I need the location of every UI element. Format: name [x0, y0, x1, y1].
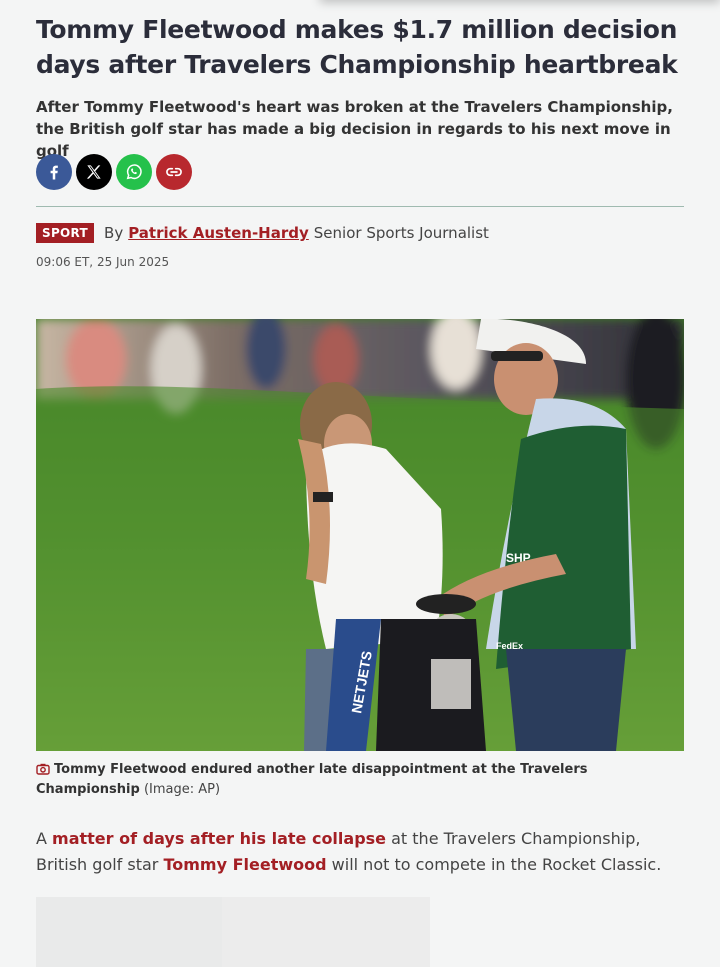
whatsapp-icon: [126, 164, 142, 180]
fleetwood-link[interactable]: Tommy Fleetwood: [163, 855, 326, 874]
article-standfirst: After Tommy Fleetwood's heart was broken…: [36, 98, 673, 160]
link-icon: [166, 167, 182, 177]
image-credit: (Image: AP): [143, 782, 221, 797]
ad-placeholder-inner: [222, 897, 430, 967]
image-caption: Tommy Fleetwood endured another late dis…: [36, 761, 596, 799]
x-icon: [86, 165, 101, 179]
share-whatsapp-button[interactable]: [116, 154, 152, 190]
author-role: Senior Sports Journalist: [313, 224, 489, 242]
facebook-icon: [50, 165, 58, 180]
article-headline: Tommy Fleetwood makes $1.7 million decis…: [36, 15, 678, 79]
byline: SPORT By Patrick Austen-Hardy Senior Spo…: [36, 223, 489, 243]
by-prefix: By: [104, 224, 124, 242]
collapse-link[interactable]: matter of days after his late collapse: [52, 829, 386, 848]
divider: [36, 206, 684, 207]
share-facebook-button[interactable]: [36, 154, 72, 190]
publish-timestamp: 09:06 ET, 25 Jun 2025: [36, 255, 170, 269]
copy-link-button[interactable]: [156, 154, 192, 190]
author-link[interactable]: Patrick Austen-Hardy: [128, 224, 309, 242]
share-x-button[interactable]: [76, 154, 112, 190]
body-text-a: A: [36, 829, 53, 848]
section-badge[interactable]: SPORT: [36, 223, 95, 243]
hero-image[interactable]: SHP FedEx NETJETS: [36, 319, 684, 751]
article-paragraph: A matter of days after his late collapse…: [36, 826, 684, 878]
caption-text: Tommy Fleetwood endured another late dis…: [36, 762, 588, 797]
body-text-c: will not to compete in the Rocket Classi…: [326, 855, 662, 874]
camera-icon: [36, 763, 50, 781]
share-bar: [36, 154, 192, 190]
golf-photo: SHP FedEx NETJETS: [36, 319, 684, 751]
